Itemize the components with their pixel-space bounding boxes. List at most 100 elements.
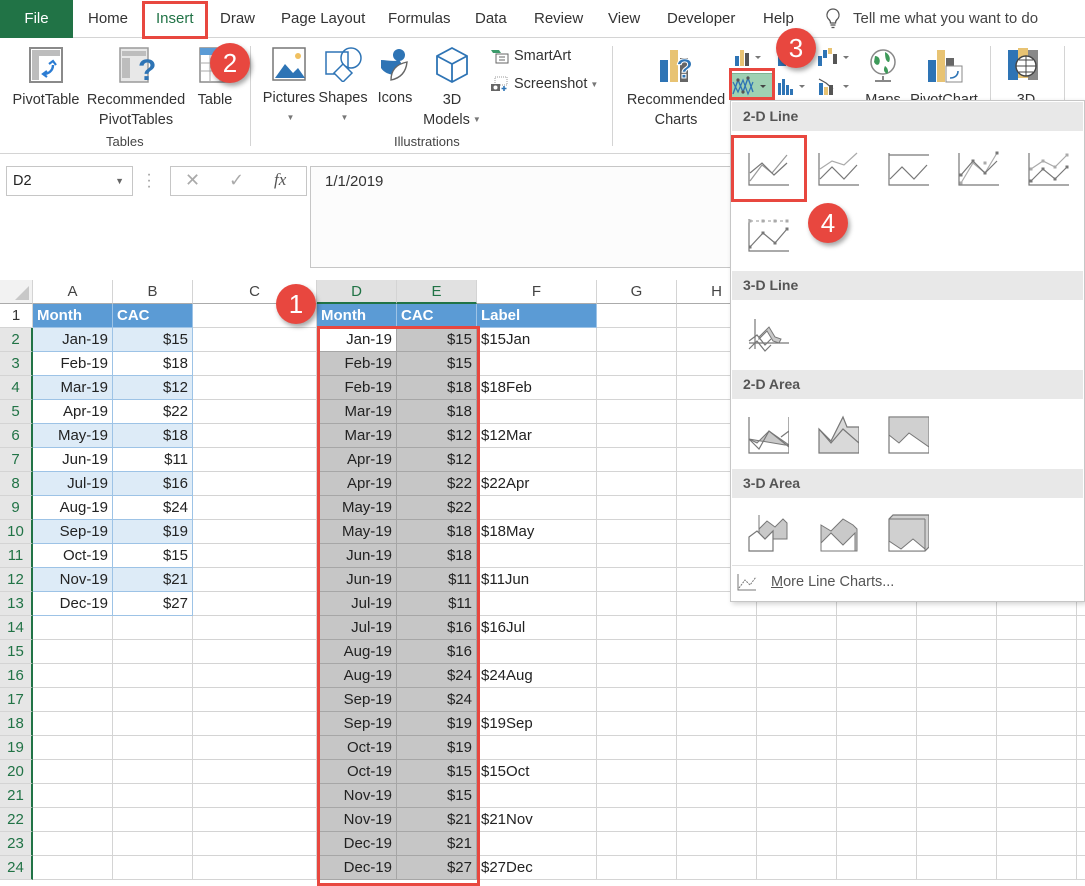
table2-cell-e9[interactable]: $22 [397,496,477,520]
cell[interactable] [757,808,837,832]
table2-cell-d16[interactable]: Aug-19 [317,664,397,688]
table2-cell-e18[interactable]: $19 [397,712,477,736]
cell-b21[interactable] [113,784,193,808]
tab-view[interactable]: View [608,0,640,38]
cell[interactable] [757,760,837,784]
table2-cell-e22[interactable]: $21 [397,808,477,832]
enter-check-icon[interactable]: ✓ [229,170,244,191]
cell[interactable] [997,616,1077,640]
cell-g7[interactable] [597,448,677,472]
tab-file[interactable]: File [0,0,73,38]
row-header-10[interactable]: 10 [0,520,33,544]
table1-cell-b10[interactable]: $19 [113,520,193,544]
table1-cell-a7[interactable]: Jun-19 [33,448,113,472]
chart-option-3d-100-stacked-area[interactable] [879,507,935,553]
table1-cell-b3[interactable]: $18 [113,352,193,376]
cell[interactable] [997,760,1077,784]
table2-cell-d13[interactable]: Jul-19 [317,592,397,616]
row-header-7[interactable]: 7 [0,448,33,472]
cell-h19[interactable] [677,736,757,760]
insert-combo-chart-button[interactable] [816,75,854,97]
cell-c2[interactable] [193,328,317,352]
row-header-4[interactable]: 4 [0,376,33,400]
label-cell-f15[interactable] [477,640,597,664]
table2-cell-d14[interactable]: Jul-19 [317,616,397,640]
column-header-f[interactable]: F [477,280,597,304]
cell[interactable] [757,736,837,760]
cell-g14[interactable] [597,616,677,640]
chart-option-line-markers[interactable] [949,145,1005,191]
table2-cell-e15[interactable]: $16 [397,640,477,664]
row-header-14[interactable]: 14 [0,616,33,640]
column-header-g[interactable]: G [597,280,677,304]
insert-line-chart-button[interactable] [729,73,773,99]
cell[interactable] [837,808,917,832]
cell-c8[interactable] [193,472,317,496]
cell-g17[interactable] [597,688,677,712]
row-header-22[interactable]: 22 [0,808,33,832]
cell-c15[interactable] [193,640,317,664]
cell[interactable] [757,712,837,736]
cell[interactable] [917,736,997,760]
table2-cell-e7[interactable]: $12 [397,448,477,472]
cell[interactable] [997,784,1077,808]
chart-option-stacked-line-markers[interactable] [1019,145,1075,191]
row-header-18[interactable]: 18 [0,712,33,736]
cell-h21[interactable] [677,784,757,808]
row-header-17[interactable]: 17 [0,688,33,712]
row-header-23[interactable]: 23 [0,832,33,856]
cell-c10[interactable] [193,520,317,544]
cell[interactable] [997,808,1077,832]
formula-bar-grip-icon[interactable]: · · · [146,167,152,195]
table1-cell-b13[interactable]: $27 [113,592,193,616]
cell[interactable] [837,664,917,688]
3d-models-button[interactable]: 3D Models ▼ [420,46,484,130]
cell-c9[interactable] [193,496,317,520]
cell-a18[interactable] [33,712,113,736]
cell[interactable] [1077,832,1085,856]
table2-cell-e2[interactable]: $15 [397,328,477,352]
cell-c12[interactable] [193,568,317,592]
label-cell-f14[interactable]: $16Jul [477,616,597,640]
table2-cell-e10[interactable]: $18 [397,520,477,544]
cell[interactable] [837,688,917,712]
table2-cell-d15[interactable]: Aug-19 [317,640,397,664]
cell-a14[interactable] [33,616,113,640]
label-cell-f5[interactable] [477,400,597,424]
cell-b19[interactable] [113,736,193,760]
chart-option-area[interactable] [739,409,795,455]
cell[interactable] [757,832,837,856]
cell-h22[interactable] [677,808,757,832]
cell-c7[interactable] [193,448,317,472]
cell-c5[interactable] [193,400,317,424]
recommended-charts-button[interactable]: ? Recommended Charts [622,46,730,130]
cell-g6[interactable] [597,424,677,448]
table2-cell-e21[interactable]: $15 [397,784,477,808]
label-cell-f4[interactable]: $18Feb [477,376,597,400]
cell[interactable] [1077,856,1085,880]
cell-a16[interactable] [33,664,113,688]
label-cell-f18[interactable]: $19Sep [477,712,597,736]
recommended-pivottables-button[interactable]: ? Recommended PivotTables [84,46,188,130]
row-header-11[interactable]: 11 [0,544,33,568]
cell-g16[interactable] [597,664,677,688]
cell[interactable] [917,712,997,736]
table1-cell-b12[interactable]: $21 [113,568,193,592]
cell-h15[interactable] [677,640,757,664]
cell[interactable] [757,688,837,712]
column-header-a[interactable]: A [33,280,113,304]
label-cell-f2[interactable]: $15Jan [477,328,597,352]
table1-cell-b11[interactable]: $15 [113,544,193,568]
table2-cell-e6[interactable]: $12 [397,424,477,448]
cell-g10[interactable] [597,520,677,544]
insert-waterfall-chart-button[interactable] [816,46,854,68]
row-header-2[interactable]: 2 [0,328,33,352]
insert-statistic-chart-button[interactable] [776,75,810,97]
formula-input[interactable]: 1/1/2019 [310,166,750,268]
cell-c3[interactable] [193,352,317,376]
cell-g4[interactable] [597,376,677,400]
table2-cell-d11[interactable]: Jun-19 [317,544,397,568]
table1-cell-b7[interactable]: $11 [113,448,193,472]
table2-cell-d6[interactable]: Mar-19 [317,424,397,448]
table2-cell-e23[interactable]: $21 [397,832,477,856]
